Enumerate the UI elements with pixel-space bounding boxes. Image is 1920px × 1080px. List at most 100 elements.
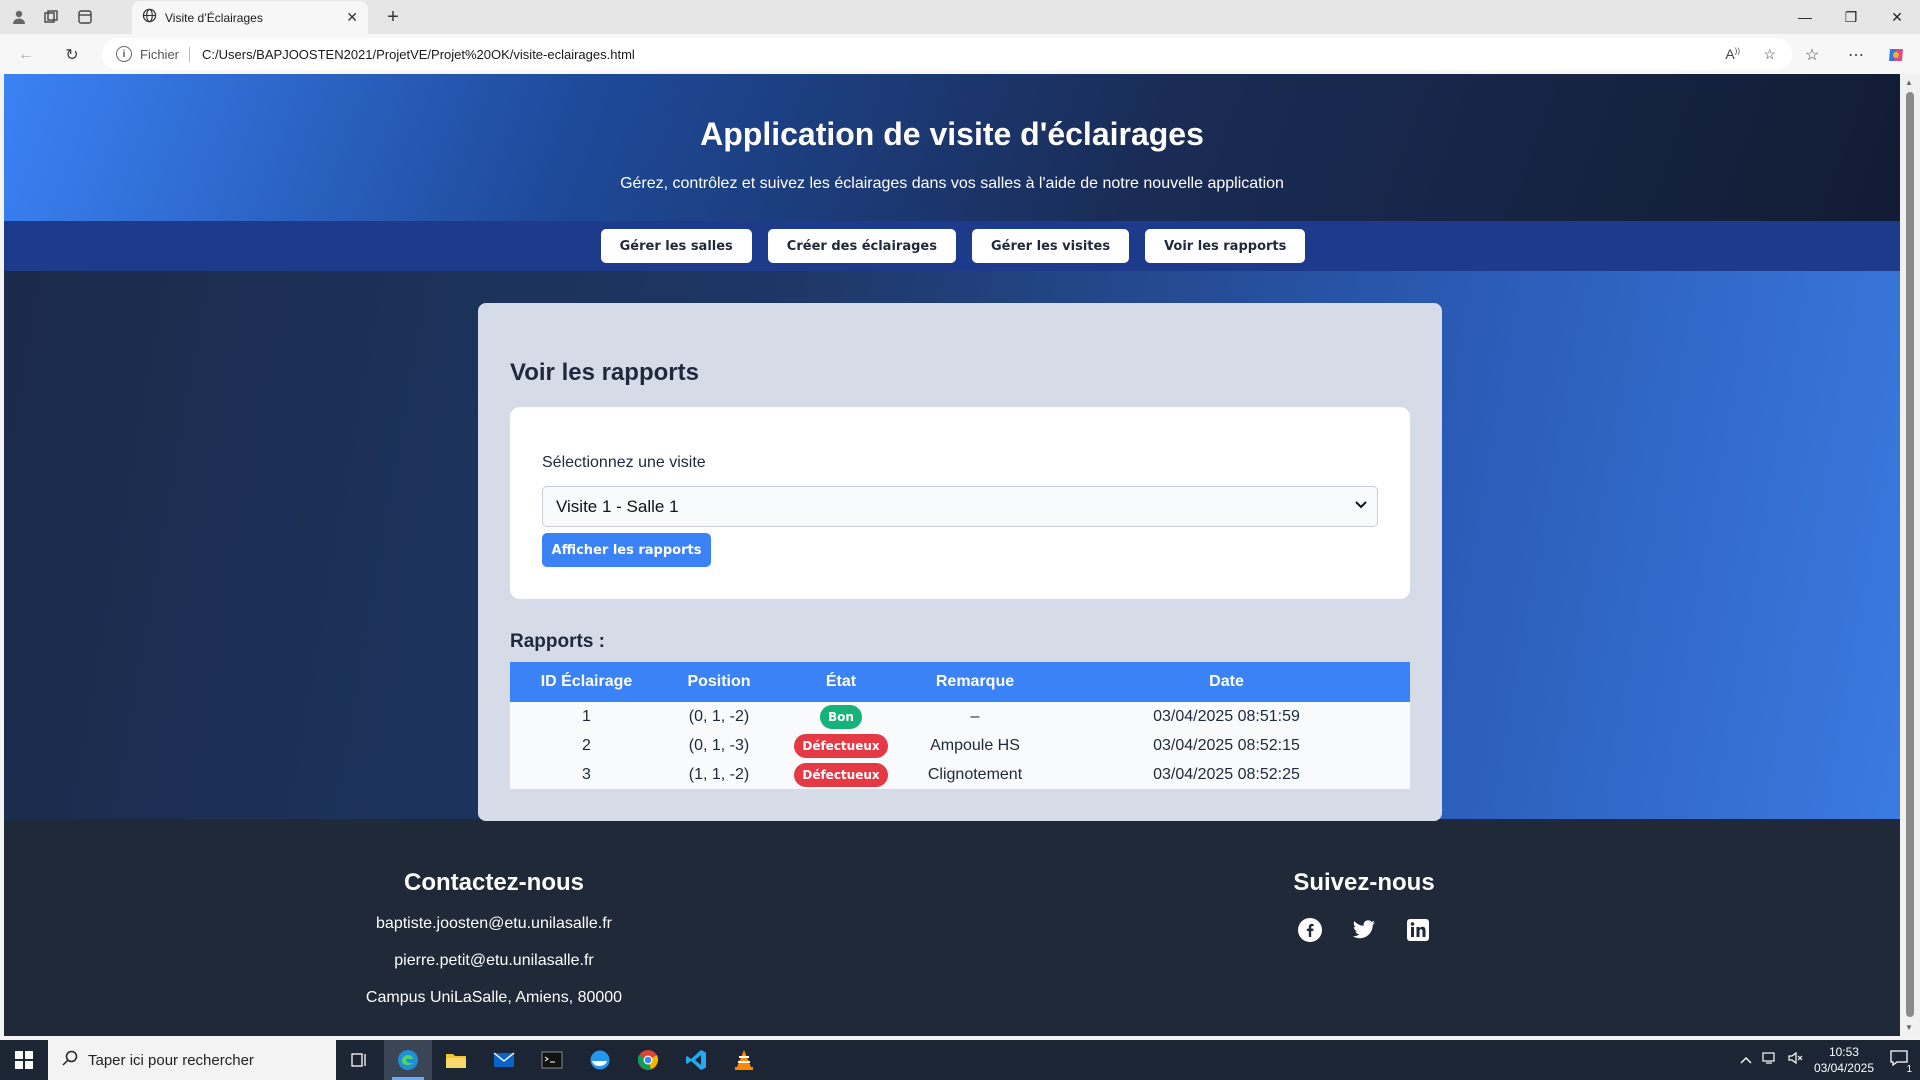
scroll-down-icon[interactable]: ▼ (1905, 1023, 1913, 1032)
network-icon[interactable] (1762, 1051, 1778, 1070)
contact-section: Contactez-nous baptiste.joosten@etu.unil… (264, 821, 724, 1008)
notification-count: 1 (1906, 1063, 1912, 1075)
main-nav: Gérer les salles Créer des éclairages Gé… (4, 221, 1900, 271)
tab-active[interactable]: Visite d’Éclairages ✕ (132, 1, 368, 34)
column-header-date: Date (1043, 662, 1410, 702)
contact-title: Contactez-nous (404, 869, 584, 896)
chevron-up-icon[interactable] (1740, 1051, 1752, 1069)
search-icon (62, 1050, 78, 1070)
edge-app-icon[interactable] (384, 1040, 432, 1080)
reports-table: ID Éclairage Position État Remarque Date… (510, 662, 1410, 789)
nav-manage-rooms-button[interactable]: Gérer les salles (600, 229, 752, 263)
taskbar-search-placeholder: Taper ici pour rechercher (88, 1051, 254, 1069)
column-header-state: État (775, 662, 907, 702)
chrome-icon[interactable] (624, 1040, 672, 1080)
read-aloud-icon[interactable]: A)) (1725, 46, 1740, 62)
visit-selection-panel: Sélectionnez une visite Visite 1 - Salle… (510, 407, 1410, 599)
close-window-icon[interactable]: ✕ (1874, 0, 1920, 34)
cell-date: 03/04/2025 08:51:59 (1043, 702, 1410, 731)
restore-icon[interactable]: ❐ (1828, 0, 1874, 34)
mail-icon[interactable] (480, 1040, 528, 1080)
tab-actions-icon[interactable] (74, 6, 96, 28)
vscode-icon[interactable] (672, 1040, 720, 1080)
table-row: 2 (0, 1, -3) Défectueux Ampoule HS 03/04… (510, 731, 1410, 760)
page-header: Application de visite d'éclairages Gérez… (4, 74, 1900, 221)
nav-create-lights-button[interactable]: Créer des éclairages (767, 229, 956, 263)
visit-select-label: Sélectionnez une visite (542, 454, 706, 471)
notifications-icon[interactable]: 1 (1890, 1049, 1912, 1075)
globe-icon (142, 8, 157, 28)
column-header-remark: Remarque (907, 662, 1043, 702)
contact-email-2[interactable]: pierre.petit@etu.unilasalle.fr (264, 950, 724, 971)
url-text[interactable]: C:/Users/BAPJOOSTEN2021/ProjetVE/Projet%… (202, 47, 635, 62)
cell-state: Défectueux (775, 731, 907, 760)
nav-view-reports-button[interactable]: Voir les rapports (1145, 229, 1306, 263)
terminal-icon[interactable] (528, 1040, 576, 1080)
social-title: Suivez-nous (1293, 869, 1435, 896)
contact-email-1[interactable]: baptiste.joosten@etu.unilasalle.fr (264, 913, 724, 934)
facebook-icon[interactable] (1297, 917, 1323, 943)
refresh-icon[interactable]: ↻ (60, 43, 84, 67)
status-badge: Défectueux (794, 733, 888, 758)
page-subtitle: Gérez, contrôlez et suivez les éclairage… (620, 175, 1284, 192)
twitter-icon[interactable] (1351, 917, 1377, 943)
docker-icon[interactable] (576, 1040, 624, 1080)
clock-time: 10:53 (1828, 1045, 1859, 1059)
close-tab-icon[interactable]: ✕ (346, 9, 358, 26)
info-icon[interactable]: i (116, 46, 132, 62)
cell-date: 03/04/2025 08:52:25 (1043, 760, 1410, 789)
cell-date: 03/04/2025 08:52:15 (1043, 731, 1410, 760)
visit-select-value: Visite 1 - Salle 1 (556, 496, 679, 516)
reports-heading: Rapports : (510, 631, 605, 652)
nav-manage-visits-button[interactable]: Gérer les visites (971, 229, 1130, 263)
more-menu-icon[interactable]: ⋯ (1844, 43, 1868, 67)
url-scheme: Fichier (140, 46, 191, 62)
cell-position: (0, 1, -2) (663, 702, 775, 731)
table-header-row: ID Éclairage Position État Remarque Date (510, 662, 1410, 702)
tab-title: Visite d’Éclairages (165, 10, 263, 25)
reports-page-title: Voir les rapports (510, 359, 699, 386)
cell-remark: Ampoule HS (907, 731, 1043, 760)
social-section: Suivez-nous (1254, 821, 1474, 943)
contact-address: Campus UniLaSalle, Amiens, 80000 (365, 989, 623, 1006)
address-bar[interactable]: i Fichier C:/Users/BAPJOOSTEN2021/Projet… (102, 38, 1792, 70)
reports-card: Voir les rapports Sélectionnez une visit… (478, 303, 1442, 821)
table-row: 1 (0, 1, -2) Bon – 03/04/2025 08:51:59 (510, 702, 1410, 731)
scrollbar-thumb[interactable] (1906, 92, 1914, 1017)
minimize-icon[interactable]: — (1782, 0, 1828, 34)
vlc-icon[interactable] (720, 1040, 768, 1080)
browser-tab-bar: Visite d’Éclairages ✕ + — ❐ ✕ (0, 0, 1920, 34)
cell-id: 2 (510, 731, 663, 760)
system-tray: 10:53 03/04/2025 1 (1740, 1040, 1920, 1080)
workspaces-icon[interactable] (40, 6, 62, 28)
clock-date: 03/04/2025 (1813, 1061, 1874, 1075)
favorites-icon[interactable]: ☆ (1800, 43, 1824, 67)
show-reports-button[interactable]: Afficher les rapports (542, 533, 711, 567)
copilot-icon[interactable] (1884, 43, 1908, 67)
scroll-up-icon[interactable]: ▲ (1905, 78, 1913, 87)
linkedin-icon[interactable] (1405, 917, 1431, 943)
windows-start-icon[interactable] (0, 1040, 48, 1080)
profile-icon[interactable] (8, 6, 30, 28)
cell-id: 1 (510, 702, 663, 731)
back-icon[interactable]: ← (14, 43, 38, 67)
page-title: Application de visite d'éclairages (700, 116, 1204, 152)
file-explorer-icon[interactable] (432, 1040, 480, 1080)
volume-muted-icon[interactable] (1788, 1051, 1804, 1070)
table-row: 3 (1, 1, -2) Défectueux Clignotement 03/… (510, 760, 1410, 789)
chevron-down-icon (1355, 499, 1367, 513)
column-header-id: ID Éclairage (510, 662, 663, 702)
cell-position: (0, 1, -3) (663, 731, 775, 760)
visit-select[interactable]: Visite 1 - Salle 1 (542, 486, 1378, 527)
cell-state: Bon (775, 702, 907, 731)
status-badge: Défectueux (794, 762, 888, 787)
browser-toolbar: ← ↻ i Fichier C:/Users/BAPJOOSTEN2021/Pr… (0, 34, 1920, 74)
status-badge: Bon (820, 704, 862, 729)
taskbar-search-input[interactable]: Taper ici pour rechercher (48, 1040, 336, 1080)
task-view-icon[interactable] (336, 1040, 384, 1080)
favorite-star-icon[interactable]: ☆ (1763, 46, 1776, 63)
cell-state: Défectueux (775, 760, 907, 789)
new-tab-icon[interactable]: + (382, 6, 404, 28)
clock[interactable]: 10:53 03/04/2025 (1814, 1044, 1874, 1076)
page-scrollbar[interactable]: ▲ ▼ (1900, 74, 1920, 1036)
